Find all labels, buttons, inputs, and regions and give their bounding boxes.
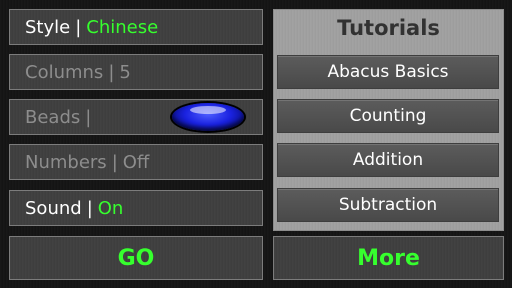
columns-option[interactable]: Columns | 5 bbox=[9, 54, 263, 90]
numbers-separator: | bbox=[111, 151, 118, 173]
style-value: Chinese bbox=[86, 16, 159, 38]
tutorial-counting-button[interactable]: Counting bbox=[277, 99, 499, 133]
beads-separator: | bbox=[85, 106, 92, 128]
go-button[interactable]: GO bbox=[9, 236, 263, 280]
more-button[interactable]: More bbox=[273, 236, 504, 280]
sound-label: Sound bbox=[25, 197, 82, 219]
tutorials-title: Tutorials bbox=[337, 16, 440, 40]
beads-label: Beads bbox=[25, 106, 81, 128]
style-label: Style bbox=[25, 16, 71, 38]
sound-separator: | bbox=[86, 197, 93, 219]
sound-option[interactable]: Sound | On bbox=[9, 190, 263, 226]
columns-value: 5 bbox=[119, 61, 131, 83]
sound-value: On bbox=[97, 197, 124, 219]
numbers-value: Off bbox=[122, 151, 150, 173]
style-separator: | bbox=[75, 16, 82, 38]
tutorial-addition-button[interactable]: Addition bbox=[277, 143, 499, 177]
columns-label: Columns bbox=[25, 61, 104, 83]
numbers-option[interactable]: Numbers | Off bbox=[9, 144, 263, 180]
tutorial-abacus-basics-button[interactable]: Abacus Basics bbox=[277, 55, 499, 89]
tutorial-subtraction-button[interactable]: Subtraction bbox=[277, 188, 499, 222]
columns-separator: | bbox=[108, 61, 115, 83]
style-option[interactable]: Style | Chinese bbox=[9, 9, 263, 45]
blue-bead-icon[interactable] bbox=[172, 103, 244, 131]
numbers-label: Numbers bbox=[25, 151, 107, 173]
